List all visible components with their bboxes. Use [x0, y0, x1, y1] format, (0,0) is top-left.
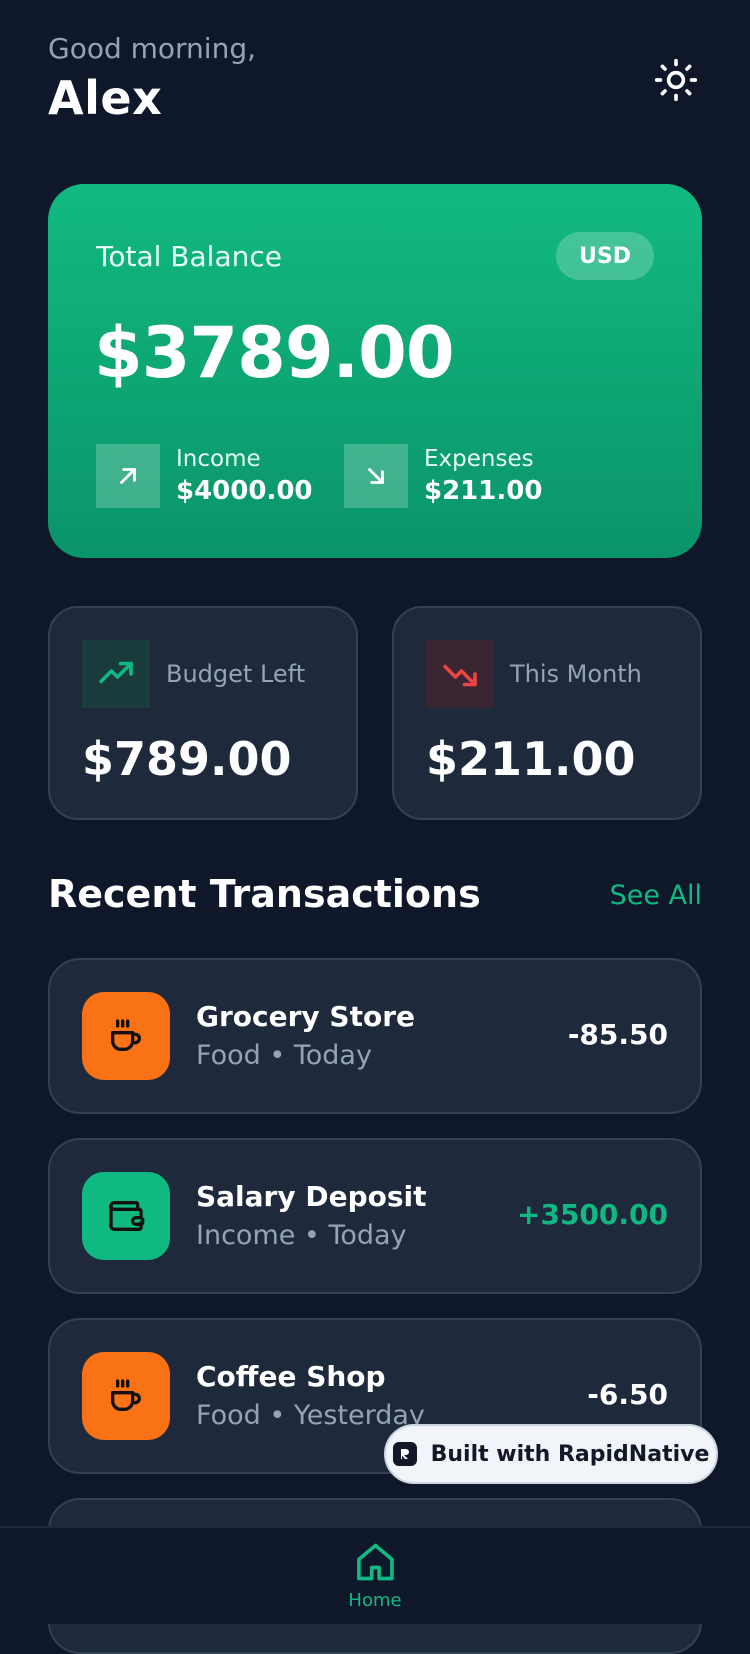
username-text: Alex — [48, 71, 163, 125]
trending-down-icon — [426, 640, 494, 708]
expenses-value: $211.00 — [424, 476, 543, 506]
coffee-cup-icon — [82, 992, 170, 1080]
arrow-down-right-icon — [344, 444, 408, 508]
expenses-summary: Expenses $211.00 — [344, 444, 542, 508]
this-month-label: This Month — [510, 660, 642, 688]
coffee-cup-icon — [82, 1352, 170, 1440]
bottom-nav: Home — [0, 1526, 750, 1624]
wallet-icon — [82, 1172, 170, 1260]
this-month-value: $211.00 — [426, 732, 636, 786]
transaction-row[interactable]: Grocery Store Food • Today -85.50 — [48, 958, 702, 1114]
transaction-name: Salary Deposit — [196, 1180, 427, 1213]
header: Good morning, Alex — [48, 32, 702, 142]
transaction-row[interactable]: Salary Deposit Income • Today +3500.00 — [48, 1138, 702, 1294]
transaction-name: Coffee Shop — [196, 1360, 386, 1393]
income-summary: Income $4000.00 — [96, 444, 313, 508]
recent-transactions-title: Recent Transactions — [48, 872, 481, 916]
budget-left-card[interactable]: Budget Left $789.00 — [48, 606, 358, 820]
theme-toggle-button[interactable] — [652, 56, 700, 104]
nav-home-label: Home — [348, 1590, 402, 1611]
built-with-badge[interactable]: Built with RapidNative — [384, 1424, 718, 1484]
greeting-text: Good morning, — [48, 32, 257, 65]
transaction-meta: Income • Today — [196, 1220, 407, 1251]
budget-left-value: $789.00 — [82, 732, 292, 786]
transaction-amount: +3500.00 — [517, 1198, 668, 1231]
balance-label: Total Balance — [96, 240, 282, 273]
transaction-amount: -6.50 — [587, 1378, 668, 1411]
home-icon — [356, 1543, 394, 1581]
balance-card[interactable]: Total Balance USD $3789.00 Income $4000.… — [48, 184, 702, 558]
trending-up-icon — [82, 640, 150, 708]
see-all-link[interactable]: See All — [610, 880, 702, 911]
this-month-card[interactable]: This Month $211.00 — [392, 606, 702, 820]
income-value: $4000.00 — [176, 476, 313, 506]
rapidnative-logo-icon — [392, 1442, 417, 1466]
balance-amount: $3789.00 — [94, 312, 455, 394]
built-with-text: Built with RapidNative — [430, 1441, 710, 1467]
nav-home-tab[interactable]: Home — [348, 1540, 402, 1611]
transaction-meta: Food • Today — [196, 1040, 372, 1071]
transaction-meta: Food • Yesterday — [196, 1400, 425, 1431]
sun-icon — [654, 58, 698, 102]
budget-left-label: Budget Left — [166, 660, 306, 688]
currency-badge[interactable]: USD — [556, 232, 654, 280]
arrow-up-right-icon — [96, 444, 160, 508]
transaction-name: Grocery Store — [196, 1000, 416, 1033]
expenses-label: Expenses — [424, 446, 534, 472]
income-label: Income — [176, 446, 261, 472]
transaction-amount: -85.50 — [567, 1018, 668, 1051]
